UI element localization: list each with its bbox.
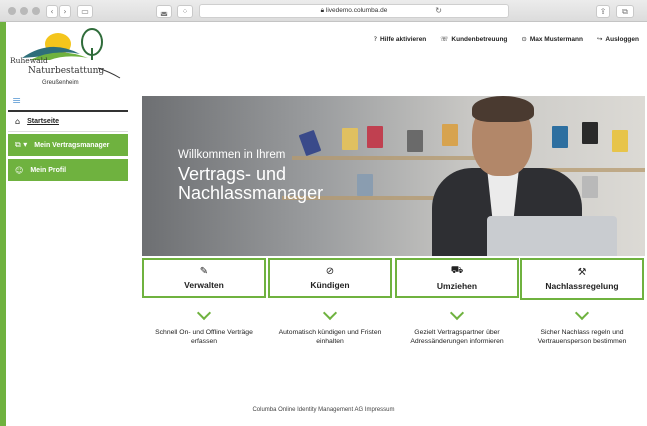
card-kuendigen[interactable]: ⊘ Kündigen: [268, 258, 392, 298]
shield-icon[interactable]: ◛: [156, 5, 172, 18]
show-tabs-icon[interactable]: ⧉: [616, 5, 634, 18]
laptop-image: [487, 216, 617, 256]
user-profile-link[interactable]: ⊙ Max Mustermann: [521, 35, 583, 43]
book-image: [612, 130, 628, 152]
card-verwalten[interactable]: ✎ Verwalten: [142, 258, 266, 298]
sidebar-item-label: Mein Vertragsmanager: [34, 141, 110, 149]
book-image: [298, 129, 322, 157]
person-hair-image: [472, 96, 534, 122]
logo-text-location: Greußenheim: [42, 80, 79, 86]
address-bar[interactable]: 🔒︎ livedemo.columba.de ↻: [199, 4, 509, 18]
card-label: Umziehen: [436, 281, 478, 291]
hero-welcome-text: Willkommen in Ihrem: [178, 149, 286, 161]
hero-banner: Willkommen in Ihrem Vertrags- und Nachla…: [142, 96, 645, 256]
card-nachlassregelung[interactable]: ⚒ Nachlassregelung: [520, 258, 644, 300]
book-image: [367, 126, 383, 148]
logo-text-ruhewald: Ruhewald: [10, 56, 48, 65]
shelf: [292, 156, 492, 160]
back-button[interactable]: ‹: [46, 5, 58, 18]
left-accent-strip: [0, 22, 6, 426]
logout-link[interactable]: ↪ Ausloggen: [597, 35, 639, 43]
sidebar-item-label: Mein Profil: [30, 166, 67, 174]
sidebar-item-startseite[interactable]: ⌂ Startseite: [8, 110, 128, 132]
card-description: Sicher Nachlass regeln und Vertrauensper…: [537, 329, 627, 345]
hamburger-menu-icon[interactable]: ≡: [12, 94, 21, 107]
help-link[interactable]: ? Hilfe aktivieren: [374, 35, 427, 43]
logout-icon: ↪: [596, 35, 603, 43]
book-image: [552, 126, 568, 148]
user-icon: ⊙: [521, 35, 527, 43]
footer-text[interactable]: Columba Online Identity Management AG Im…: [0, 407, 647, 413]
browser-toolbar: ‹ › ▭ ◛ ⁘ 🔒︎ livedemo.columba.de ↻ ⇪ ⧉: [0, 0, 647, 22]
pencil-icon: ✎: [199, 266, 209, 277]
sidebar-toggle-icon[interactable]: ▭: [77, 5, 93, 18]
book-image: [442, 124, 458, 146]
logo[interactable]: Ruhewald Naturbestattung Greußenheim: [10, 28, 128, 90]
tabs-grid-icon[interactable]: ⁘: [177, 5, 193, 18]
card-label: Verwalten: [184, 280, 224, 290]
top-navigation: ? Hilfe aktivieren ☏ Kundenbetreuung ⊙ Max …: [374, 35, 639, 43]
card-description: Gezielt Vertragspartner über Adressänder…: [410, 329, 504, 345]
help-icon: ?: [373, 35, 378, 43]
book-image: [582, 122, 598, 144]
chat-icon: ☏: [440, 35, 449, 43]
card-description: Automatisch kündigen und Fristen einhalt…: [278, 329, 382, 345]
gavel-icon: ⚒: [577, 267, 587, 278]
sidebar-item-profil[interactable]: ☺ Mein Profil: [8, 159, 128, 181]
reload-icon[interactable]: ↻: [435, 5, 442, 17]
card-description: Schnell On- und Offline Verträge erfasse…: [155, 329, 253, 345]
card-label: Kündigen: [310, 280, 350, 290]
card-label: Nachlassregelung: [545, 281, 619, 291]
book-image: [342, 128, 358, 150]
sidebar-item-label: Startseite: [27, 118, 59, 125]
truck-icon: ⛟: [450, 265, 464, 276]
forward-button[interactable]: ›: [59, 5, 71, 18]
share-icon[interactable]: ⇪: [596, 5, 610, 18]
minimize-window-icon[interactable]: [20, 7, 28, 15]
card-umziehen[interactable]: ⛟ Umziehen: [395, 258, 519, 298]
close-window-icon[interactable]: [8, 7, 16, 15]
hero-title: Vertrags- und Nachlassmanager: [178, 164, 324, 203]
sidebar-item-vertragsmanager[interactable]: ⧉ ▾ Mein Vertragsmanager: [8, 134, 128, 156]
customer-service-link[interactable]: ☏ Kundenbetreuung: [440, 35, 507, 43]
book-image: [582, 176, 598, 198]
ban-icon: ⊘: [325, 266, 335, 277]
logo-text-naturbestattung: Naturbestattung: [28, 66, 105, 76]
home-icon: ⌂: [15, 117, 21, 126]
user-circle-icon: ☺: [15, 165, 24, 175]
book-image: [407, 130, 423, 152]
zoom-window-icon[interactable]: [32, 7, 40, 15]
url-text: livedemo.columba.de: [325, 7, 388, 14]
book-image: [357, 174, 373, 196]
copy-icon: ⧉ ▾: [15, 140, 28, 149]
